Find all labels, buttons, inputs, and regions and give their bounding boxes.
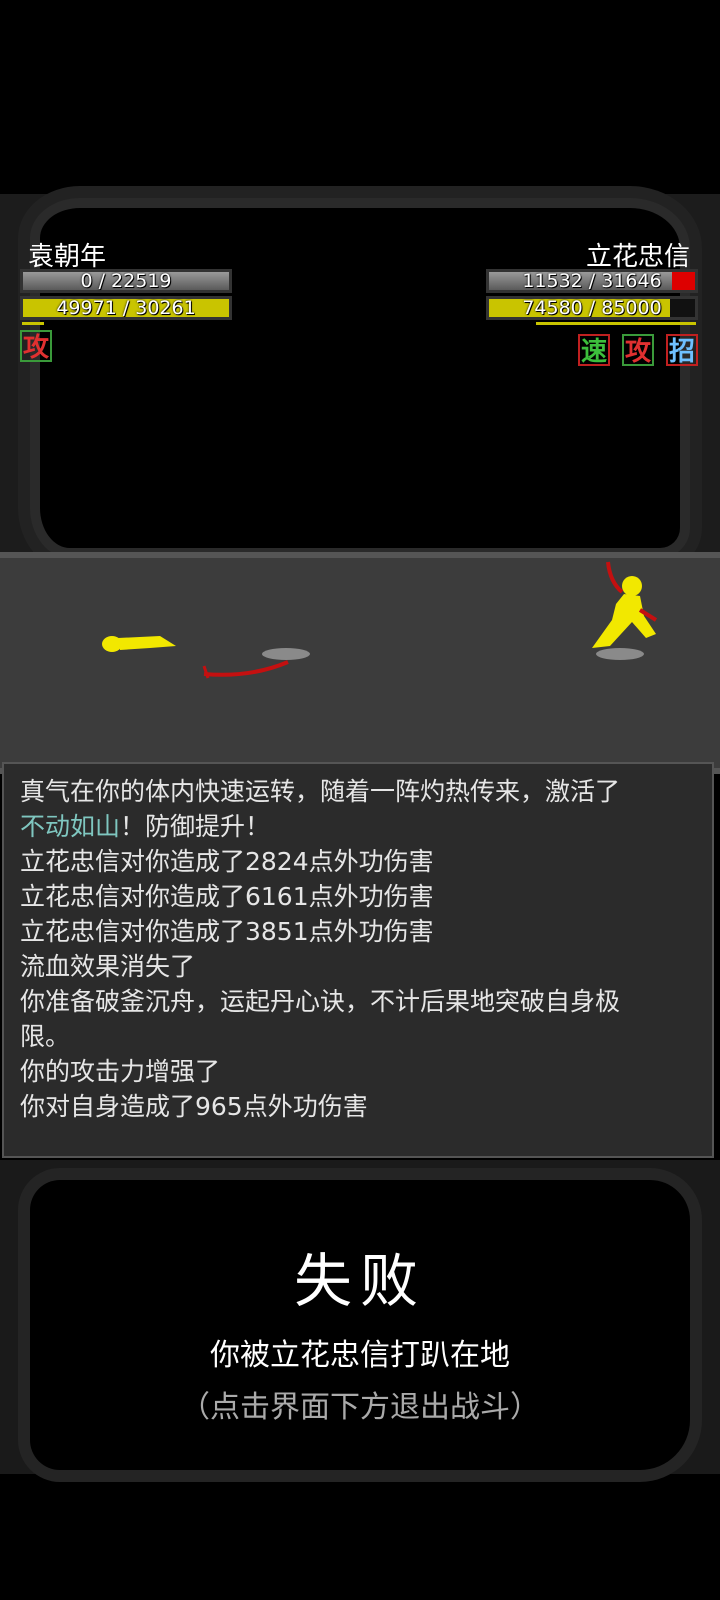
result-title: 失败 bbox=[293, 1247, 426, 1315]
log-line: 你准备破釜沉舟，运起丹心诀，不计后果地突破自身极 bbox=[20, 987, 621, 1016]
player-mp-bar: 49971 / 30261 bbox=[20, 296, 232, 320]
log-line: 你对自身造成了965点外功伤害 bbox=[20, 1092, 368, 1121]
skill-name-highlight: 不动如山 bbox=[20, 812, 121, 841]
enemy-name: 立花忠信 bbox=[585, 242, 690, 272]
player-name: 袁朝年 bbox=[28, 242, 107, 272]
log-line: 流血效果消失了 bbox=[20, 952, 196, 981]
log-line: 不动如山！防御提升！ bbox=[20, 809, 696, 844]
buff-badge: 招 bbox=[666, 334, 698, 367]
log-line-text: ！防御提升！ bbox=[120, 812, 271, 841]
buff-badge: 攻 bbox=[20, 330, 52, 363]
enemy-charge-bar bbox=[536, 322, 696, 325]
log-line: 限。 bbox=[20, 1022, 71, 1051]
player-fallen-figure bbox=[102, 636, 176, 652]
arena-sky bbox=[40, 208, 680, 548]
log-line: 你的攻击力增强了 bbox=[20, 1057, 221, 1086]
log-line: 立花忠信对你造成了2824点外功伤害 bbox=[20, 847, 434, 876]
enemy-buff-list: 速攻招 bbox=[578, 334, 698, 367]
buff-badge: 攻 bbox=[622, 334, 654, 367]
battle-scene bbox=[102, 561, 658, 679]
dropped-sword-icon bbox=[203, 660, 289, 677]
result-description: 你被立花忠信打趴在地 bbox=[210, 1338, 510, 1373]
result-panel[interactable] bbox=[30, 1180, 690, 1470]
enemy-shadow bbox=[596, 648, 644, 660]
enemy-mp-text: 74580 / 85000 bbox=[522, 297, 662, 319]
combat-log[interactable]: 真气在你的体内快速运转，随着一阵灼热传来，激活了 不动如山！防御提升！ 立花忠信… bbox=[2, 762, 714, 1158]
player-hp-text: 0 / 22519 bbox=[80, 270, 172, 292]
sword-guard bbox=[202, 665, 210, 679]
log-line: 真气在你的体内快速运转，随着一阵灼热传来，激活了 bbox=[20, 777, 621, 806]
log-line: 立花忠信对你造成了3851点外功伤害 bbox=[20, 917, 434, 946]
enemy-mp-bar: 74580 / 85000 bbox=[486, 296, 698, 320]
buff-badge: 速 bbox=[578, 334, 610, 367]
player-shadow bbox=[262, 648, 310, 660]
player-charge-bar bbox=[22, 322, 44, 325]
player-mp-text: 49971 / 30261 bbox=[56, 297, 196, 319]
enemy-hp-text: 11532 / 31646 bbox=[522, 270, 662, 292]
player-buff-list: 攻 bbox=[20, 330, 52, 363]
player-hp-bar: 0 / 22519 bbox=[20, 269, 232, 293]
exit-battle-hint[interactable]: （点击界面下方退出战斗） bbox=[0, 1382, 720, 1426]
log-line: 立花忠信对你造成了6161点外功伤害 bbox=[20, 882, 434, 911]
enemy-hp-bar: 11532 / 31646 bbox=[486, 269, 698, 293]
